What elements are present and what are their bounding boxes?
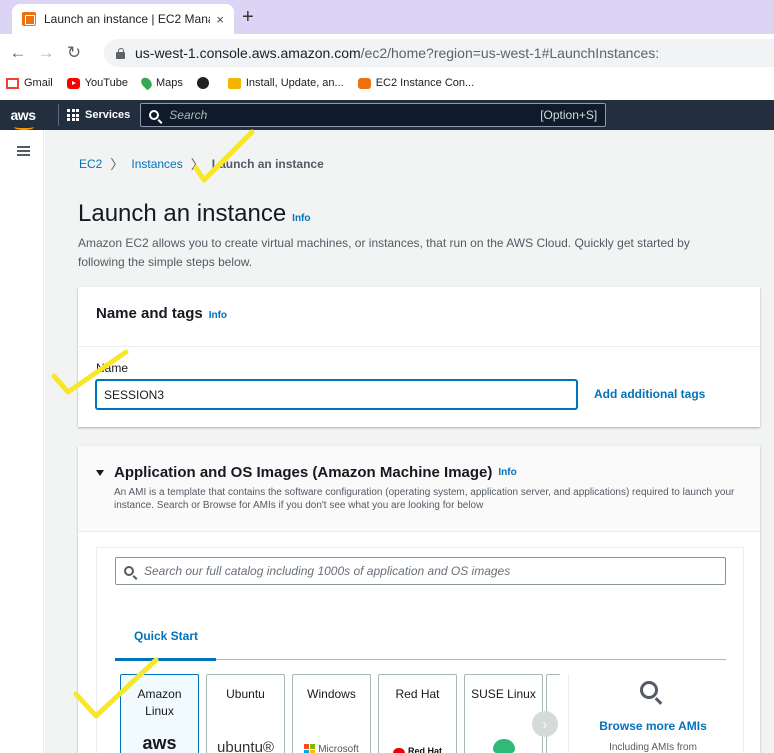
ami-info-link[interactable]: Info	[498, 467, 516, 478]
package-icon	[227, 77, 241, 89]
aws-logo[interactable]: aws	[0, 107, 46, 130]
nav-divider	[58, 104, 59, 126]
instance-name-input[interactable]	[96, 380, 577, 409]
bookmark-globe[interactable]	[196, 77, 214, 89]
browser-tab-active[interactable]: Launch an instance | EC2 Mana ×	[12, 4, 234, 34]
search-icon	[149, 110, 160, 120]
bookmark-gmail[interactable]: Gmail	[6, 77, 53, 89]
os-option-amazon-linux[interactable]: Amazon Linux aws	[120, 674, 199, 753]
page-title: Launch an instance Info	[78, 200, 311, 227]
main-content: EC2 〉 Instances 〉 Launch an instance Lau…	[45, 130, 774, 753]
add-additional-tags-link[interactable]: Add additional tags	[594, 387, 705, 401]
close-tab-icon[interactable]: ×	[216, 12, 224, 27]
browse-amis-subtext: Including AMIs from	[609, 742, 697, 753]
name-and-tags-header: Name and tags Info	[78, 287, 760, 347]
gmail-icon	[6, 77, 19, 89]
menu-icon[interactable]	[17, 146, 30, 156]
ubuntu-logo-icon: ubuntu®	[217, 739, 274, 753]
os-option-suse-linux[interactable]: SUSE Linux	[464, 674, 543, 753]
tab-quick-start[interactable]: Quick Start	[134, 629, 198, 643]
side-rail	[0, 130, 44, 753]
browser-tab-bar: Launch an instance | EC2 Mana × +	[0, 0, 774, 34]
bookmark-install[interactable]: Install, Update, an...	[227, 77, 344, 89]
os-option-red-hat[interactable]: Red Hat Red Hat	[378, 674, 457, 753]
ami-description: An AMI is a template that contains the s…	[114, 487, 735, 511]
os-option-windows[interactable]: Windows Microsoft	[292, 674, 371, 753]
breadcrumb-instances[interactable]: Instances	[131, 157, 182, 171]
forward-arrow-icon[interactable]: →	[32, 43, 60, 63]
cube-icon	[357, 77, 371, 89]
caret-down-icon[interactable]	[96, 469, 104, 476]
chevron-right-icon: 〉	[190, 157, 204, 172]
aws-search-box[interactable]: [Option+S]	[140, 103, 607, 127]
url-host: us-west-1.console.aws.amazon.com	[135, 45, 361, 61]
tab-title: Launch an instance | EC2 Mana	[44, 12, 211, 26]
carousel-next-button[interactable]: ›	[532, 711, 558, 737]
os-option-ubuntu[interactable]: Ubuntu ubuntu®	[206, 674, 285, 753]
name-tags-info-link[interactable]: Info	[209, 310, 227, 321]
bookmark-ec2-connect[interactable]: EC2 Instance Con...	[357, 77, 474, 89]
ami-header[interactable]: Application and OS Images (Amazon Machin…	[78, 446, 760, 532]
search-shortcut-hint: [Option+S]	[540, 108, 598, 122]
reload-icon[interactable]: ↻	[60, 43, 88, 63]
breadcrumb: EC2 〉 Instances 〉 Launch an instance	[79, 154, 324, 173]
name-field-label: Name	[96, 361, 129, 375]
aws-favicon-icon	[22, 12, 36, 26]
aws-search-input[interactable]	[169, 108, 541, 122]
redhat-logo-icon: Red Hat	[379, 743, 456, 753]
ami-panel: Application and OS Images (Amazon Machin…	[78, 446, 760, 753]
browse-search-icon	[640, 681, 658, 699]
address-bar[interactable]: us-west-1.console.aws.amazon.com/ec2/hom…	[104, 39, 774, 67]
catalog-search-box[interactable]	[115, 557, 726, 585]
bookmark-maps[interactable]: Maps	[139, 75, 183, 91]
breadcrumb-ec2[interactable]: EC2	[79, 157, 102, 171]
back-arrow-icon[interactable]: ←	[4, 43, 32, 63]
breadcrumb-current: Launch an instance	[211, 156, 324, 171]
youtube-icon	[66, 77, 80, 89]
browse-more-amis-link[interactable]: Browse more AMIs	[583, 719, 723, 733]
name-and-tags-panel: Name and tagsInfo Name Add additional ta…	[78, 287, 760, 427]
page-info-link[interactable]: Info	[292, 213, 310, 224]
bookmark-youtube[interactable]: YouTube	[66, 77, 128, 89]
services-menu-button[interactable]: Services	[67, 109, 130, 121]
browse-divider	[568, 674, 569, 753]
search-icon	[124, 566, 134, 576]
bookmarks-bar: Gmail YouTube Maps Install, Update, an..…	[0, 72, 774, 94]
browser-toolbar: ← → ↻ us-west-1.console.aws.amazon.com/e…	[0, 34, 774, 72]
tab-active-indicator	[115, 658, 216, 661]
microsoft-logo-icon: Microsoft	[293, 741, 370, 753]
chevron-right-icon: 〉	[110, 157, 124, 172]
suse-logo-icon	[465, 739, 542, 753]
aws-top-nav: aws Services [Option+S]	[0, 100, 774, 130]
catalog-search-input[interactable]	[144, 564, 717, 578]
lock-icon	[116, 47, 125, 59]
services-grid-icon	[67, 109, 79, 121]
ami-catalog-container: Quick Start Amazon Linux aws Ubuntu ubun…	[96, 547, 744, 753]
new-tab-button[interactable]: +	[242, 6, 254, 29]
ami-title: Application and OS Images (Amazon Machin…	[96, 464, 742, 481]
page-description: Amazon EC2 allows you to create virtual …	[78, 236, 690, 269]
maps-icon	[139, 75, 154, 91]
url-path: /ec2/home?region=us-west-1#LaunchInstanc…	[360, 45, 660, 61]
aws-logo-icon: aws	[142, 733, 177, 753]
globe-icon	[196, 77, 209, 89]
